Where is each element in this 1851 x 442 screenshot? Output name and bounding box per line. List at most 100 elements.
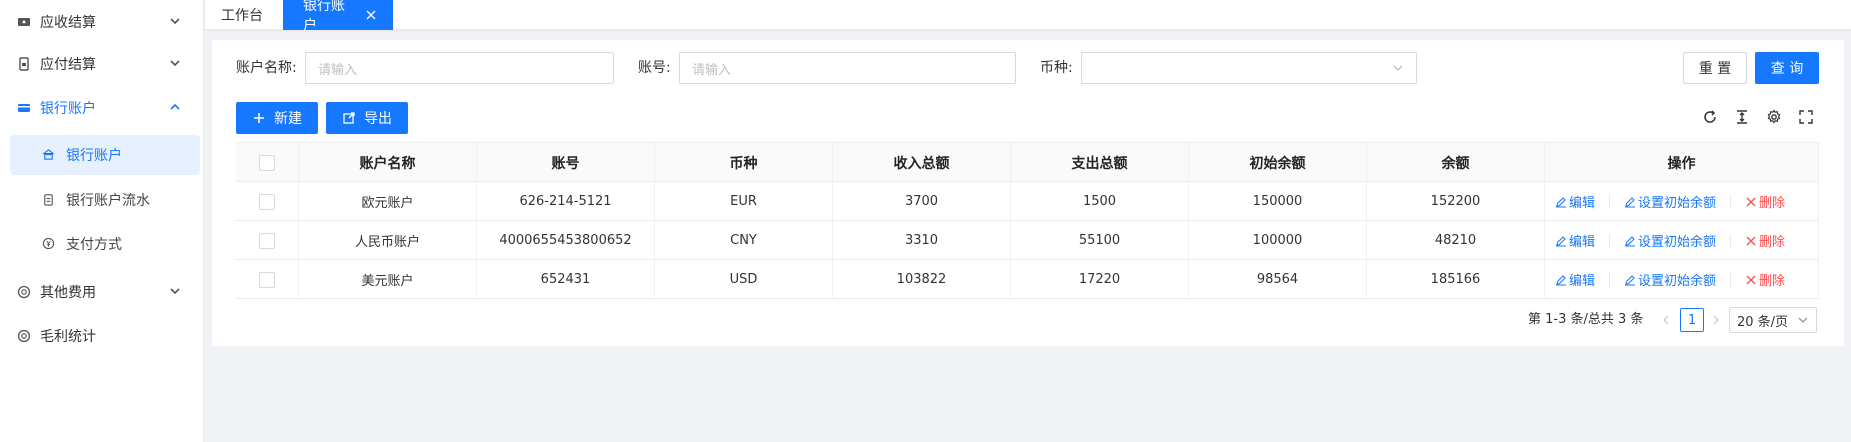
divider (1609, 194, 1611, 209)
cell-account-no: 626-214-5121 (477, 182, 655, 221)
coin-icon (16, 328, 32, 344)
col-operations: 操作 (1545, 143, 1819, 182)
page-size-select[interactable]: 20 条/页 (1729, 307, 1817, 333)
row-checkbox[interactable] (259, 193, 275, 210)
chevron-down-icon (170, 18, 180, 25)
new-label: 新建 (274, 111, 302, 127)
menu-item-receivable[interactable]: 应收结算 (0, 0, 204, 44)
row-select-cell (236, 182, 299, 221)
sub-item-payment-method[interactable]: 支付方式 (10, 224, 200, 264)
column-height-icon[interactable] (1734, 109, 1750, 125)
cell-currency: USD (655, 260, 833, 299)
cell-account-name: 欧元账户 (299, 182, 477, 221)
account-name-label: 账户名称: (236, 60, 297, 76)
cell-operations: 编辑 设置初始余额 删除 (1545, 221, 1819, 260)
menu-label: 银行账户 (40, 101, 96, 117)
export-icon (342, 111, 356, 125)
close-icon[interactable] (365, 9, 377, 21)
search-label: 查 询 (1770, 61, 1804, 77)
cell-account-name: 人民币账户 (299, 221, 477, 260)
sub-item-bank-flow[interactable]: 银行账户流水 (10, 180, 200, 220)
edit-icon (1625, 196, 1636, 207)
row-checkbox[interactable] (259, 271, 275, 288)
row-select-cell (236, 260, 299, 299)
chevron-left-icon[interactable] (1660, 313, 1672, 327)
currency-select[interactable] (1081, 52, 1417, 84)
delete-link[interactable]: 删除 (1745, 270, 1785, 289)
sub-item-label: 支付方式 (66, 237, 122, 253)
chevron-up-icon (170, 103, 180, 110)
cell-expense: 55100 (1011, 221, 1189, 260)
cell-expense: 1500 (1011, 182, 1189, 221)
select-all-checkbox[interactable] (259, 154, 275, 171)
gear-icon[interactable] (1766, 109, 1782, 125)
tab-workbench[interactable]: 工作台 (205, 0, 279, 30)
sub-item-label: 银行账户流水 (66, 193, 150, 209)
menu-label: 应收结算 (40, 15, 96, 31)
menu-item-other-fees[interactable]: 其他费用 (0, 270, 204, 314)
coin-icon (16, 284, 32, 300)
page-number-current[interactable]: 1 (1680, 308, 1704, 332)
menu-item-bank-account[interactable]: 银行账户 (0, 86, 204, 130)
menu-label: 毛利统计 (40, 329, 96, 345)
edit-icon (1625, 235, 1636, 246)
sub-item-bank-account[interactable]: 银行账户 (10, 135, 200, 175)
close-icon (1746, 236, 1756, 245)
col-account-name: 账户名称 (299, 143, 477, 182)
chevron-down-icon (170, 60, 180, 67)
export-button[interactable]: 导出 (326, 102, 408, 134)
edit-icon (1556, 235, 1566, 246)
set-initial-link[interactable]: 设置初始余额 (1624, 231, 1716, 250)
reset-button[interactable]: 重 置 (1683, 52, 1747, 84)
ticket-icon (16, 14, 32, 30)
cell-account-no: 652431 (477, 260, 655, 299)
set-initial-link[interactable]: 设置初始余额 (1624, 270, 1716, 289)
set-initial-link[interactable]: 设置初始余额 (1624, 192, 1716, 211)
divider (1730, 233, 1732, 248)
delete-link[interactable]: 删除 (1745, 192, 1785, 211)
search-button[interactable]: 查 询 (1755, 52, 1819, 84)
reset-label: 重 置 (1698, 61, 1732, 77)
delete-label: 删除 (1759, 274, 1786, 289)
menu-label: 其他费用 (40, 285, 96, 301)
cell-account-name: 美元账户 (299, 260, 477, 299)
edit-icon (1556, 196, 1566, 207)
cell-initial: 98564 (1189, 260, 1367, 299)
bank-icon (42, 148, 56, 162)
divider (1609, 233, 1611, 248)
refresh-icon[interactable] (1702, 109, 1718, 125)
row-checkbox[interactable] (259, 232, 275, 249)
close-icon (1746, 197, 1756, 206)
account-no-input[interactable]: 请输入 (679, 52, 1016, 84)
tab-label: 工作台 (221, 8, 263, 24)
chevron-right-icon[interactable] (1710, 313, 1722, 327)
account-name-input[interactable]: 请输入 (305, 52, 614, 84)
col-currency: 币种 (655, 143, 833, 182)
delete-link[interactable]: 删除 (1745, 231, 1785, 250)
cell-operations: 编辑 设置初始余额 删除 (1545, 260, 1819, 299)
cell-account-no: 4000655453800652 (477, 221, 655, 260)
edit-link[interactable]: 编辑 (1555, 231, 1595, 250)
sidebar: 应收结算 应付结算 银行账户 银行账户 银行账户流水 支付方式 其他费用 毛利统… (0, 0, 204, 442)
cell-currency: EUR (655, 182, 833, 221)
edit-label: 编辑 (1569, 196, 1596, 211)
menu-item-payable[interactable]: 应付结算 (0, 42, 204, 86)
fullscreen-icon[interactable] (1798, 109, 1814, 125)
chevron-down-icon (1798, 317, 1808, 323)
col-balance: 余额 (1367, 143, 1545, 182)
clipboard-icon (42, 193, 56, 207)
new-button[interactable]: 新建 (236, 102, 318, 134)
tab-bank-account[interactable]: 银行账户 (283, 0, 393, 34)
menu-item-gross-profit[interactable]: 毛利统计 (0, 314, 204, 358)
cell-income: 3700 (833, 182, 1011, 221)
account-name-placeholder: 请输入 (318, 62, 358, 78)
cell-income: 3310 (833, 221, 1011, 260)
edit-link[interactable]: 编辑 (1555, 270, 1595, 289)
receipt-icon (16, 56, 32, 72)
export-label: 导出 (364, 111, 392, 127)
edit-label: 编辑 (1569, 274, 1596, 289)
chevron-down-icon (1393, 65, 1403, 71)
cell-balance: 152200 (1367, 182, 1545, 221)
select-all-cell (236, 143, 299, 182)
edit-link[interactable]: 编辑 (1555, 192, 1595, 211)
